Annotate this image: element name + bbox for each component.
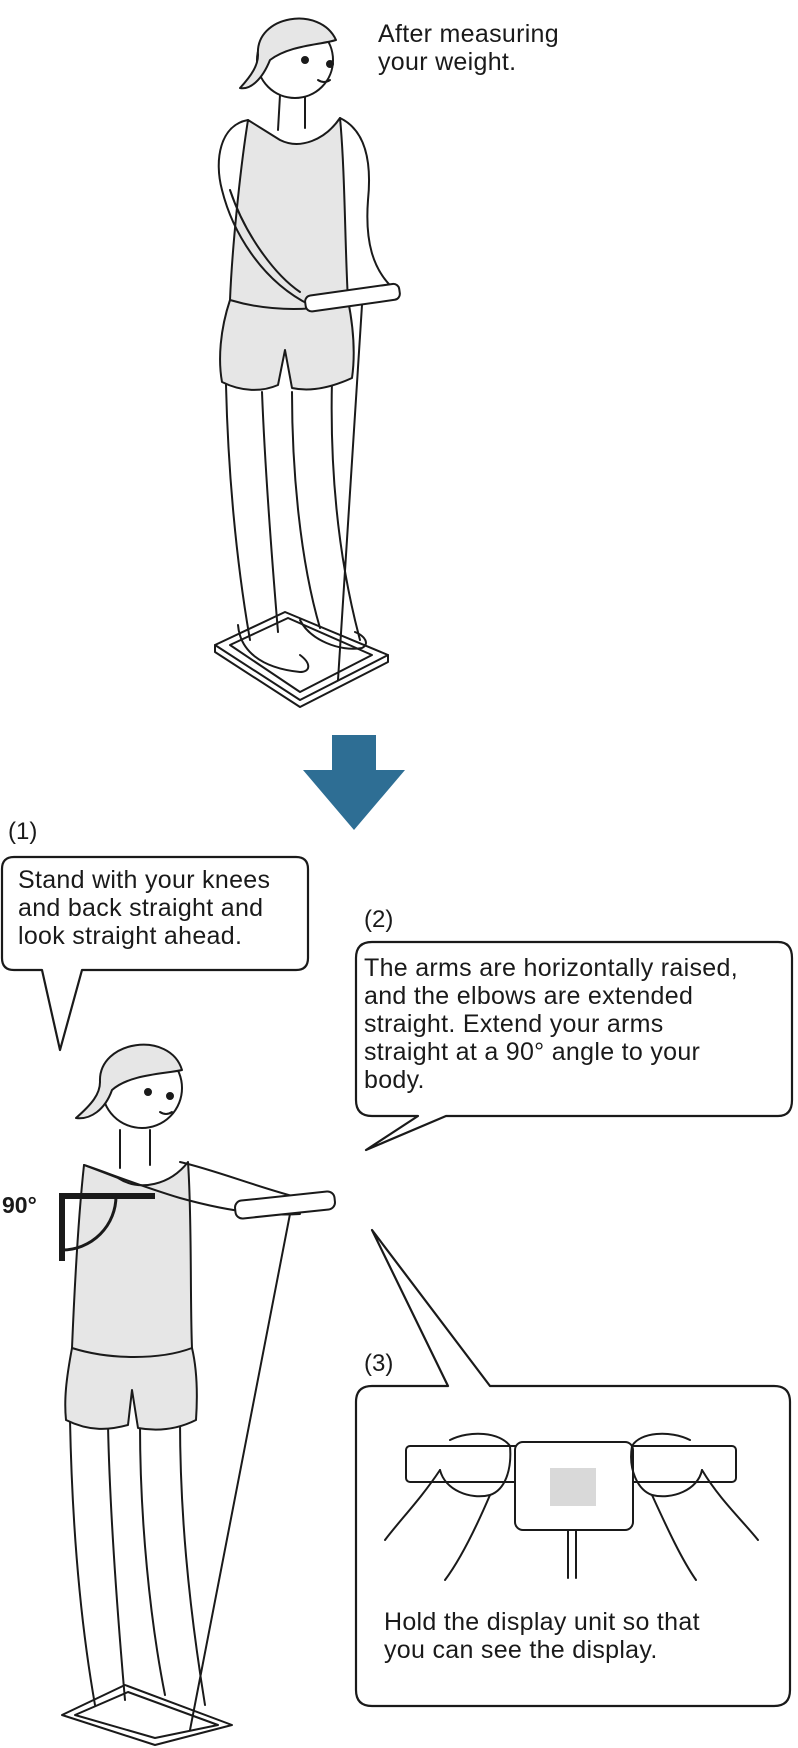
- step-2-number: (2): [364, 906, 394, 933]
- angle-label: 90°: [2, 1192, 37, 1218]
- bottom-tanktop: [71, 1161, 193, 1358]
- bottom-figure: [61, 1043, 336, 1746]
- step-2-text: The arms are horizontally raised, and th…: [364, 954, 738, 1094]
- down-arrow: [303, 735, 405, 830]
- step-3-text: Hold the display unit so that you can se…: [384, 1608, 700, 1664]
- bottom-shorts: [64, 1347, 198, 1431]
- step-1-text: Stand with your knees and back straight …: [18, 866, 271, 950]
- caption-top: After measuring your weight.: [378, 20, 559, 76]
- step-3-number: (3): [364, 1350, 394, 1377]
- top-shorts: [219, 299, 355, 391]
- step-1-number: (1): [8, 818, 38, 845]
- top-tanktop: [229, 117, 349, 310]
- display-screen: [550, 1468, 596, 1506]
- bottom-handle: [234, 1190, 336, 1220]
- top-figure: [214, 17, 401, 708]
